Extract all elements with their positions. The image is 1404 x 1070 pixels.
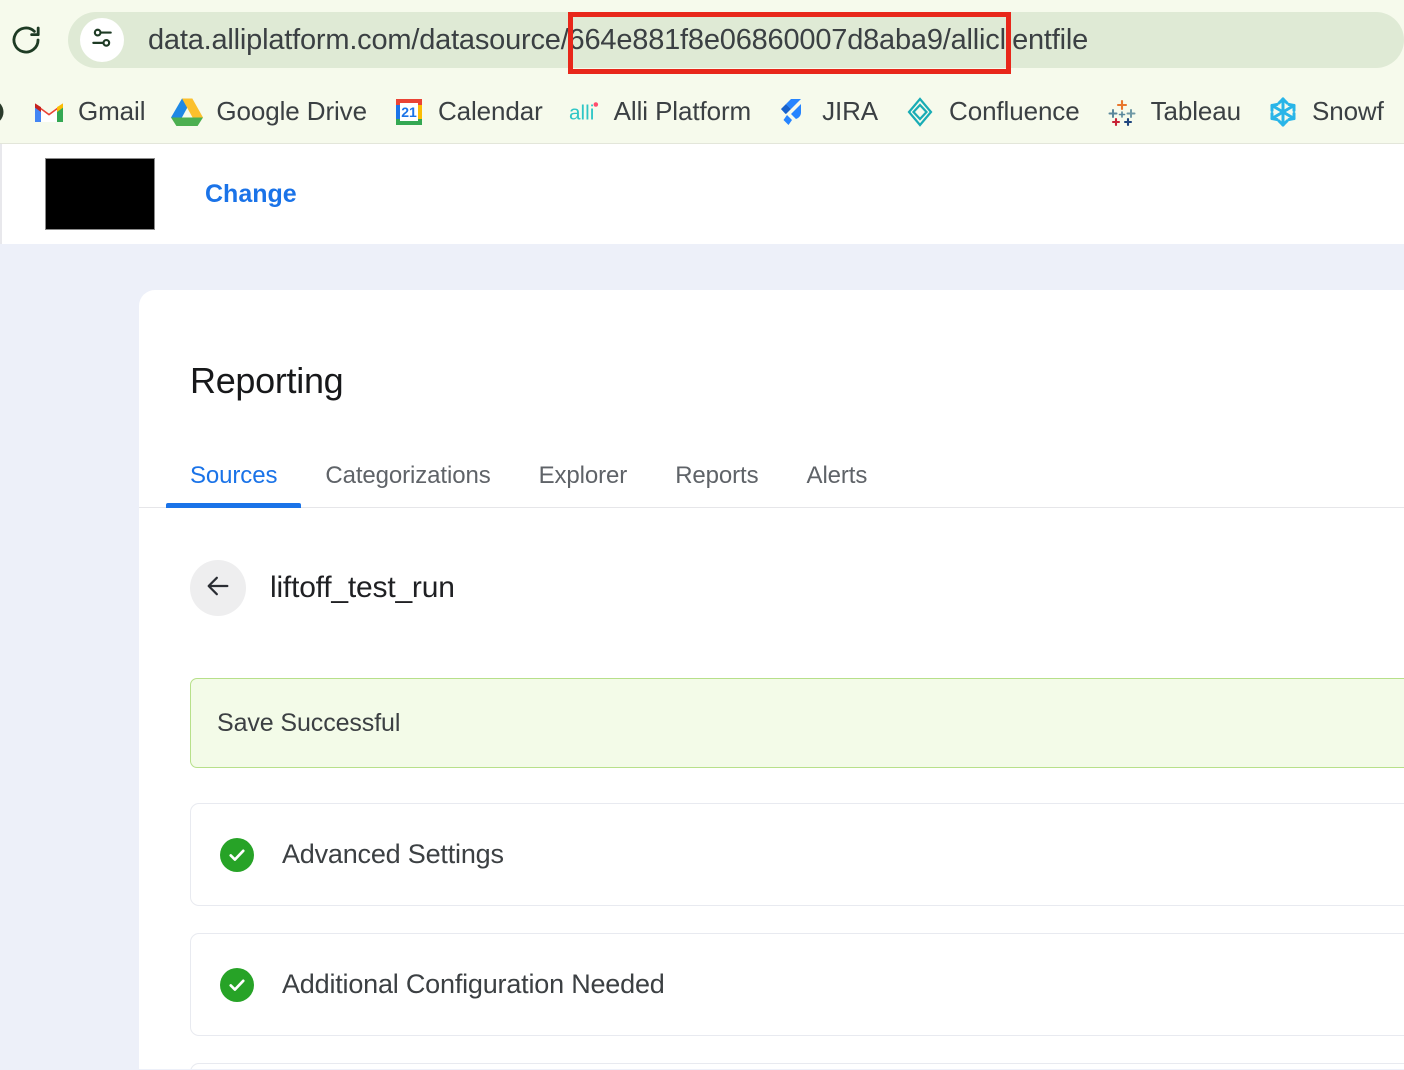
alert-message: Save Successful [217, 709, 400, 738]
bookmark-tableau[interactable]: Tableau [1093, 89, 1254, 135]
tab-label: Explorer [539, 462, 628, 489]
url-bar[interactable]: data.alliplatform.com/datasource/664e881… [68, 12, 1404, 68]
back-button[interactable] [190, 560, 246, 616]
bookmark-partial-icon [0, 96, 7, 128]
svg-text:21: 21 [401, 104, 417, 120]
bookmark-label: Alli Platform [614, 96, 751, 127]
confluence-icon [904, 96, 936, 128]
google-calendar-icon: 21 [393, 96, 425, 128]
reload-icon [9, 23, 43, 57]
browser-chrome: data.alliplatform.com/datasource/664e881… [0, 0, 1404, 144]
google-drive-icon [171, 96, 203, 128]
svg-text:alli: alli [569, 101, 594, 124]
bookmark-label: Tableau [1151, 96, 1241, 127]
change-logo-link[interactable]: Change [205, 180, 297, 209]
tab-label: Sources [190, 462, 277, 489]
app-body: Reporting Sources Categorizations Explor… [0, 244, 1404, 1069]
status-complete-check-icon [220, 968, 254, 1002]
page-viewport: Change Reporting Sources Categorizations… [0, 144, 1404, 1069]
bookmarks-bar: Gmail Google Drive [0, 80, 1404, 144]
redacted-logo [45, 158, 155, 230]
alli-icon: alli [569, 96, 601, 128]
tab-reports[interactable]: Reports [651, 462, 782, 507]
source-name: liftoff_test_run [270, 571, 455, 605]
bookmark-gmail[interactable]: Gmail [20, 89, 158, 135]
site-info-button[interactable] [80, 18, 124, 62]
source-header: liftoff_test_run [139, 508, 1404, 616]
brand-strip: Change [0, 144, 1404, 244]
jira-icon [777, 96, 809, 128]
site-settings-sliders-icon [89, 25, 115, 56]
bookmark-label: Calendar [438, 96, 543, 127]
setting-card-additional-configuration[interactable]: Additional Configuration Needed [190, 933, 1404, 1036]
tab-explorer[interactable]: Explorer [515, 462, 652, 507]
bookmark-label: Gmail [78, 96, 145, 127]
bookmark-confluence[interactable]: Confluence [891, 89, 1093, 135]
reload-button[interactable] [4, 18, 48, 62]
bookmark-alli-platform[interactable]: alli Alli Platform [556, 89, 764, 135]
status-complete-check-icon [220, 838, 254, 872]
bookmark-clipped[interactable] [0, 89, 20, 135]
tab-bar: Sources Categorizations Explorer Reports… [139, 444, 1404, 508]
setting-label: Advanced Settings [282, 839, 504, 870]
page-title: Reporting [139, 290, 1404, 402]
bookmark-label: Google Drive [216, 96, 367, 127]
tab-label: Reports [675, 462, 758, 489]
bookmark-label: Confluence [949, 96, 1080, 127]
tab-label: Categorizations [325, 462, 490, 489]
gmail-icon [33, 96, 65, 128]
setting-label: Additional Configuration Needed [282, 969, 665, 1000]
settings-card-list: Advanced Settings Additional Configurati… [190, 803, 1404, 1069]
omnibox-row: data.alliplatform.com/datasource/664e881… [0, 0, 1404, 80]
tab-alerts[interactable]: Alerts [783, 462, 892, 507]
tab-sources[interactable]: Sources [166, 462, 301, 507]
bookmark-snowflake[interactable]: Snowf [1254, 89, 1397, 135]
setting-card-advanced-settings[interactable]: Advanced Settings [190, 803, 1404, 906]
save-success-banner: Save Successful [190, 678, 1404, 768]
bookmark-google-drive[interactable]: Google Drive [158, 89, 380, 135]
url-text: data.alliplatform.com/datasource/664e881… [148, 24, 1088, 57]
back-arrow-icon [204, 572, 232, 605]
snowflake-icon [1267, 96, 1299, 128]
bookmark-jira[interactable]: JIRA [764, 89, 891, 135]
bookmark-calendar[interactable]: 21 Calendar [380, 89, 556, 135]
setting-card-partial-below-fold[interactable] [190, 1063, 1404, 1069]
bookmark-label: JIRA [822, 96, 878, 127]
reporting-panel: Reporting Sources Categorizations Explor… [139, 290, 1404, 1069]
tableau-icon [1106, 96, 1138, 128]
tab-label: Alerts [807, 462, 868, 489]
bookmark-label: Snowf [1312, 96, 1384, 127]
tab-categorizations[interactable]: Categorizations [301, 462, 514, 507]
